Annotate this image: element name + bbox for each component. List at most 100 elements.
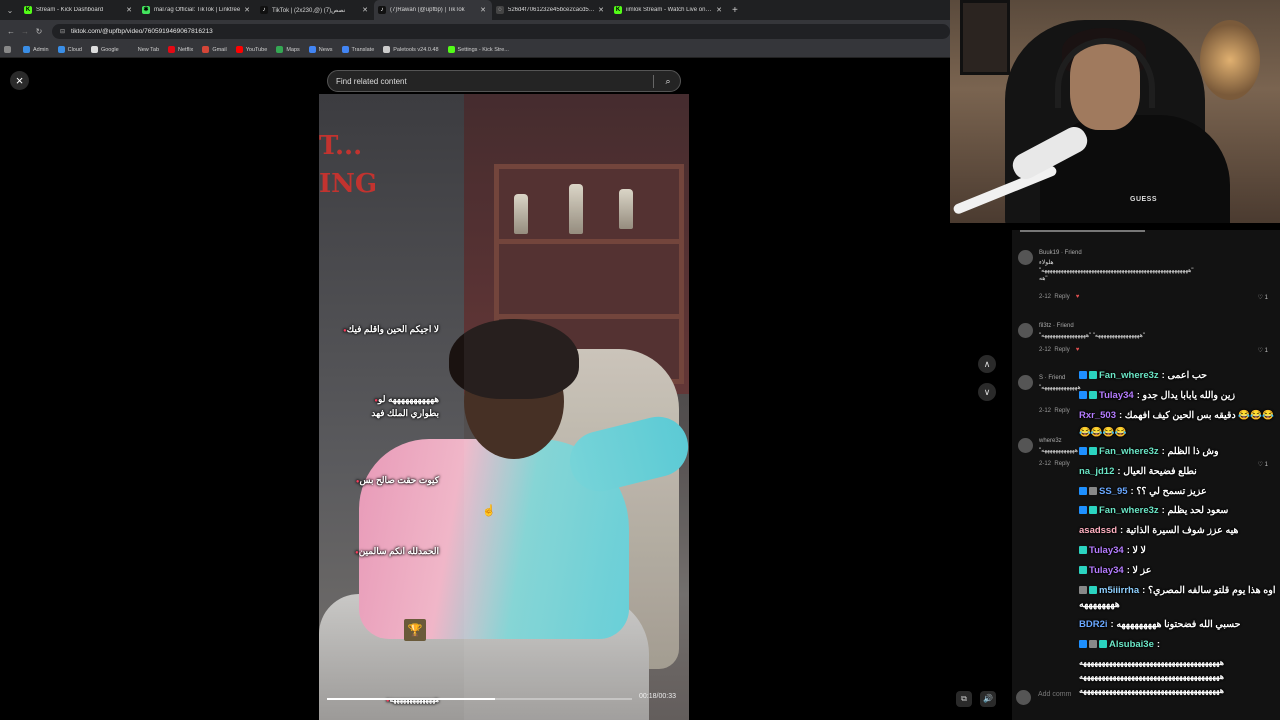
comment-user[interactable]: Buuk19 · Friend xyxy=(1039,250,1082,256)
comments-tab-indicator xyxy=(1020,230,1145,232)
chat-username[interactable]: Tulay34 xyxy=(1099,390,1134,401)
browser-tab[interactable]: Kiimlok Stream - Watch Live on… ✕ xyxy=(610,0,728,20)
chat-username[interactable]: Fan_where3z xyxy=(1099,446,1159,457)
back-icon[interactable]: ← xyxy=(4,27,18,36)
search-icon[interactable]: ⌕ xyxy=(660,76,676,87)
search-divider xyxy=(653,74,654,88)
comment-date: 2-12 xyxy=(1039,294,1052,300)
tab-close-icon[interactable]: ✕ xyxy=(362,6,368,14)
comment-likes[interactable]: ♡ 1 xyxy=(1258,294,1268,301)
bookmark-label: Netflix xyxy=(178,46,194,53)
add-comment-input[interactable]: Add comm xyxy=(1038,691,1071,698)
chat-username[interactable]: SS_95 xyxy=(1099,486,1128,497)
reload-icon[interactable]: ↻ xyxy=(32,27,46,36)
bookmark-item[interactable]: News xyxy=(308,46,333,53)
tab-favicon-icon: K xyxy=(24,6,32,14)
bookmark-item[interactable]: Gmail xyxy=(202,46,227,53)
chat-username[interactable]: Alsubai3e xyxy=(1109,639,1154,650)
avatar[interactable] xyxy=(1018,438,1033,453)
comment-likes[interactable]: ♡ 1 xyxy=(1258,347,1268,354)
chat-message: 😂😂😂😂 xyxy=(1079,427,1280,439)
tab-close-icon[interactable]: ✕ xyxy=(480,6,486,14)
creator-like-icon: ♥ xyxy=(1075,294,1080,300)
previous-video-icon[interactable]: ∧ xyxy=(978,355,996,373)
reply-button[interactable]: Reply xyxy=(1054,408,1069,414)
chat-colon: : xyxy=(1156,639,1161,650)
chat-username[interactable]: Tulay34 xyxy=(1089,565,1124,576)
video-caption: هههههههههههه لو● xyxy=(319,394,439,405)
avatar[interactable] xyxy=(1018,250,1033,265)
browser-tab[interactable]: K Stream - Kick Dashboard ✕ xyxy=(20,0,138,20)
reply-button[interactable]: Reply xyxy=(1054,347,1069,353)
browser-tab[interactable]: ✱ mal7ag Official: TikTok | Linktree ✕ xyxy=(138,0,256,20)
tab-close-icon[interactable]: ✕ xyxy=(598,6,604,14)
chat-username[interactable]: asadssd xyxy=(1079,525,1117,536)
chat-text: عز لا xyxy=(1132,565,1152,576)
browser-tab[interactable]: ♪ TikTok | (2x230,@) نصص(7) ✕ xyxy=(256,0,374,20)
related-search-input[interactable] xyxy=(336,76,653,86)
bookmark-item[interactable]: Maps xyxy=(276,46,300,53)
apps-icon[interactable] xyxy=(4,46,14,53)
chat-username[interactable]: Rxr_503 xyxy=(1079,410,1116,421)
chat-username[interactable]: m5iiirrha xyxy=(1099,585,1139,596)
bookmark-item[interactable]: New Tab xyxy=(127,46,159,53)
browser-tab[interactable]: ◌ 526d4f7061232e45bce2cacd531… ✕ xyxy=(492,0,610,20)
chat-emote: 😂😂😂 xyxy=(1238,410,1274,421)
tab-search-icon[interactable]: ⌄ xyxy=(0,0,20,20)
reply-button[interactable]: Reply xyxy=(1054,461,1069,467)
tab-close-icon[interactable]: ✕ xyxy=(126,6,132,14)
new-tab-icon[interactable]: + xyxy=(732,5,738,16)
creator-like-icon: ♥ xyxy=(1075,347,1080,353)
site-info-icon[interactable]: ⊟ xyxy=(60,28,65,35)
copy-link-icon[interactable]: ⧉ xyxy=(956,691,972,707)
bookmark-icon xyxy=(57,46,65,53)
bookmark-item[interactable]: Translate xyxy=(341,46,374,53)
bookmark-item[interactable]: Admin xyxy=(23,46,49,53)
chat-username[interactable]: Fan_where3z xyxy=(1099,505,1159,516)
chat-message: m5iiirrha: اوه هذا يوم قلتو سالفه المصري… xyxy=(1079,585,1280,597)
comment-user[interactable]: where3z xyxy=(1039,438,1062,444)
bookmark-icon xyxy=(383,46,391,53)
chat-username[interactable]: Tulay34 xyxy=(1089,545,1124,556)
chat-message: Rxr_503: دقيقه بس الحين كيف افهمك 😂😂😂 xyxy=(1079,410,1280,422)
tab-close-icon[interactable]: ✕ xyxy=(716,6,722,14)
related-search-bar[interactable]: ⌕ xyxy=(327,70,681,92)
bookmark-item[interactable]: Paletools v24.0.48 xyxy=(383,46,439,53)
comment-user[interactable]: S · Friend xyxy=(1039,375,1065,381)
browser-tab[interactable]: ♪ (7)Rawan (@upfbp) | TikTok ✕ xyxy=(374,0,492,20)
chat-badge-icon xyxy=(1079,487,1087,495)
bookmark-item[interactable]: Settings - Kick Stre... xyxy=(447,46,509,53)
bookmark-icon xyxy=(202,46,210,53)
chat-text: حب اعمى xyxy=(1167,370,1208,381)
bookmark-item[interactable]: Cloud xyxy=(57,46,82,53)
comment-date: 2-12 xyxy=(1039,408,1052,414)
bookmark-item[interactable]: YouTube xyxy=(235,46,267,53)
chat-username[interactable]: na_jd12 xyxy=(1079,466,1114,477)
video-player[interactable]: T... ING لا اجيكم الحين واقلم فيك● ههههه… xyxy=(319,94,689,720)
tab-title: Stream - Kick Dashboard xyxy=(36,7,104,13)
video-progress-bar[interactable] xyxy=(327,698,632,700)
bookmark-item[interactable]: Google xyxy=(90,46,119,53)
caption-text: الحمدلله انكم سالمين xyxy=(358,546,439,556)
chat-badge-icon xyxy=(1089,371,1097,379)
chat-username[interactable]: BDR2i xyxy=(1079,619,1108,630)
avatar[interactable] xyxy=(1018,323,1033,338)
comment-user[interactable]: fil3tz · Friend xyxy=(1039,323,1074,329)
next-video-icon[interactable]: ∨ xyxy=(978,383,996,401)
chat-text: وش ذا الظلم xyxy=(1167,446,1219,457)
volume-icon[interactable]: 🔊 xyxy=(980,691,996,707)
chat-username[interactable]: Fan_where3z xyxy=(1099,370,1159,381)
tab-close-icon[interactable]: ✕ xyxy=(244,6,250,14)
reply-button[interactable]: Reply xyxy=(1054,294,1069,300)
forward-icon[interactable]: → xyxy=(18,27,32,36)
avatar[interactable] xyxy=(1018,375,1033,390)
url-field[interactable]: ⊟ tiktok.com/@upfbp/video/76059194690678… xyxy=(52,23,950,39)
comment-item: fil3tz · Friend "ههههههههههههههههه" "ههه… xyxy=(1018,323,1276,363)
bookmark-item[interactable]: Netflix xyxy=(168,46,193,53)
chat-message: Alsubai3e: xyxy=(1079,639,1280,651)
like-count: 1 xyxy=(1264,348,1268,354)
close-icon[interactable]: × xyxy=(10,71,29,90)
chat-text: ههههههههه xyxy=(1079,599,1120,610)
comment-meta: 2-12 Reply ♥ xyxy=(1039,294,1079,300)
chat-message: Tulay34: عز لا xyxy=(1079,565,1280,577)
